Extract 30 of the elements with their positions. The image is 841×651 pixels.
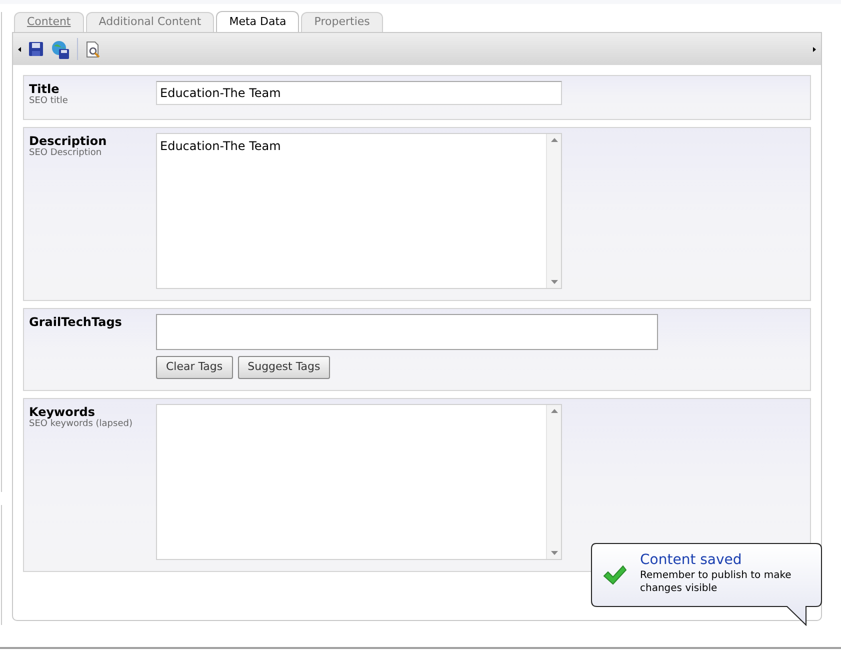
scrollbar[interactable] [546,405,561,559]
scroll-up-icon[interactable] [550,409,558,413]
tab[interactable]: Meta Data [216,11,300,32]
tag-button[interactable]: Clear Tags [156,356,233,379]
field-label: Keywords [29,404,96,419]
field-label: Title [29,81,60,96]
tab[interactable]: Properties [301,12,383,32]
text-area[interactable]: Education-The Team [156,133,562,289]
preview-icon[interactable] [85,40,101,58]
save-icon[interactable] [28,41,44,57]
arrow-left-icon[interactable] [18,46,21,52]
title-field[interactable]: Education-The Team [156,81,562,105]
scrollbar[interactable] [546,134,561,288]
field-label: GrailTechTags [29,314,122,329]
tab[interactable]: Content [14,12,84,32]
notification-title: Content saved [640,551,743,569]
field-hint: SEO title [29,96,68,106]
globe-save-icon[interactable] [51,40,70,58]
field-hint: SEO keywords (lapsed) [29,419,132,429]
check-icon [603,565,627,585]
arrow-right-icon[interactable] [813,46,816,52]
field-hint: SEO Description [29,148,102,158]
tag-button[interactable]: Suggest Tags [238,356,330,379]
scroll-down-icon[interactable] [550,280,558,284]
scroll-down-icon[interactable] [550,551,558,555]
notification-message: Remember to publish to make changes visible [640,569,792,595]
field-label: Description [29,133,107,148]
scroll-up-icon[interactable] [550,138,558,142]
tags-field[interactable] [156,314,658,350]
tab[interactable]: Additional Content [86,12,214,32]
